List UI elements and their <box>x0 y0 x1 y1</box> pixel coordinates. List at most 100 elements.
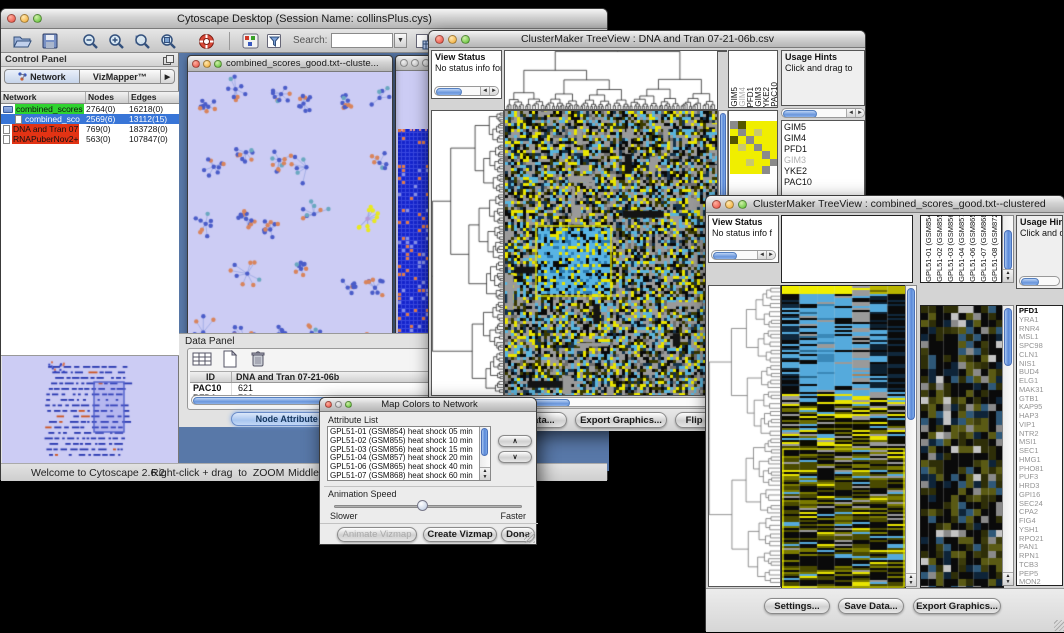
zoom-heatmap-cell[interactable] <box>746 151 754 159</box>
zoom-heatmap-cell[interactable] <box>738 136 746 144</box>
gene-list-item[interactable]: GIM5 <box>784 122 862 133</box>
zoom-heatmap-cell[interactable] <box>770 136 778 144</box>
scroll-thumb[interactable] <box>481 428 488 456</box>
attribute-item[interactable]: GPL51-02 (GSM855) heat shock 10 min <box>330 437 478 446</box>
tv2-labels-vscrollbar[interactable]: ▲▼ <box>1002 215 1014 283</box>
network-view[interactable] <box>188 72 392 372</box>
attribute-item[interactable]: GPL51-07 (GSM868) heat shock 60 min <box>330 472 478 481</box>
gene-list-item[interactable]: NIS1 <box>1019 360 1060 369</box>
gene-list-item[interactable]: YSH1 <box>1019 526 1060 535</box>
tv1-hints-hscrollbar[interactable]: ◄ ► <box>781 108 865 118</box>
network-view-titlebar[interactable]: combined_scores_good.txt--cluste... <box>188 56 392 72</box>
zoom-out-icon[interactable] <box>79 31 101 51</box>
scroll-thumb[interactable] <box>1004 308 1012 366</box>
zoom-heatmap-cell[interactable] <box>746 144 754 152</box>
gene-list-item[interactable]: FIG4 <box>1019 517 1060 526</box>
gene-list-item[interactable]: CPA2 <box>1019 508 1060 517</box>
settings-button[interactable]: Settings... <box>764 598 830 614</box>
zoom-heatmap-cell[interactable] <box>730 129 738 137</box>
zoom-heatmap-cell[interactable] <box>730 144 738 152</box>
scroll-arrows[interactable]: ▲▼ <box>906 573 916 586</box>
search-input[interactable] <box>331 33 393 48</box>
network-overview-thumbnail[interactable] <box>2 356 178 470</box>
animation-speed-slider-track[interactable] <box>334 505 522 508</box>
gene-list-item[interactable]: ELG1 <box>1019 377 1060 386</box>
zoom-heatmap-cell[interactable] <box>738 166 746 174</box>
zoom-heatmap-cell[interactable] <box>754 151 762 159</box>
gene-list-item[interactable]: GIM4 <box>784 133 862 144</box>
col-edges[interactable]: Edges <box>129 92 179 103</box>
save-data-button[interactable]: Save Data... <box>838 598 904 614</box>
close-button[interactable] <box>435 35 444 44</box>
zoom-button[interactable] <box>345 401 352 408</box>
zoom-heatmap-cell[interactable] <box>762 166 770 174</box>
gene-list-item[interactable]: HAP3 <box>1019 412 1060 421</box>
zoom-heatmap-cell[interactable] <box>754 159 762 167</box>
zoom-heatmap-cell[interactable] <box>754 144 762 152</box>
zoom-heatmap-cell[interactable] <box>730 159 738 167</box>
scroll-arrows[interactable]: ▲▼ <box>1003 572 1013 585</box>
gene-list-item[interactable]: PHO81 <box>1019 465 1060 474</box>
network-overview-panel[interactable] <box>2 356 178 470</box>
zoom-heatmap-cell[interactable] <box>762 151 770 159</box>
close-button[interactable] <box>192 60 200 68</box>
tv1-zoom-heatmap[interactable] <box>730 121 778 174</box>
tv2-heatmap[interactable] <box>781 285 906 589</box>
tv2-row-dendrogram[interactable] <box>708 285 781 587</box>
view-status-hscrollbar[interactable]: ◄ ► <box>434 86 499 96</box>
gene-list-item[interactable]: VIP1 <box>1019 421 1060 430</box>
export-graphics-button[interactable]: Export Graphics... <box>913 598 1001 614</box>
move-up-button[interactable]: ∧ <box>498 435 532 447</box>
gene-list-item[interactable]: SPC98 <box>1019 342 1060 351</box>
main-titlebar[interactable]: Cytoscape Desktop (Session Name: collins… <box>1 9 607 29</box>
zoom-heatmap-cell[interactable] <box>770 121 778 129</box>
minimize-button[interactable] <box>20 14 29 23</box>
gene-list-item[interactable]: HRD3 <box>1019 482 1060 491</box>
scroll-thumb[interactable] <box>783 110 817 118</box>
gene-list-item[interactable]: RPO21 <box>1019 535 1060 544</box>
gene-list-item[interactable]: GPI16 <box>1019 491 1060 500</box>
zoom-button[interactable] <box>33 14 42 23</box>
move-down-button[interactable]: ∨ <box>498 451 532 463</box>
close-button[interactable] <box>712 200 721 209</box>
resize-grip[interactable] <box>1054 620 1064 631</box>
network-tree-row[interactable]: combined_scores2764(0)16218(0) <box>1 104 179 114</box>
zoom-heatmap-cell[interactable] <box>762 144 770 152</box>
animate-vizmap-button[interactable]: Animate Vizmap <box>337 527 417 542</box>
gene-list-item[interactable]: BUD4 <box>1019 368 1060 377</box>
tv2-titlebar[interactable]: ClusterMaker TreeView : combined_scores_… <box>706 196 1064 213</box>
col-nodes[interactable]: Nodes <box>86 92 129 103</box>
zoom-heatmap-cell[interactable] <box>762 136 770 144</box>
tv2-column-tree-area[interactable] <box>781 215 913 283</box>
tv1-titlebar[interactable]: ClusterMaker TreeView : DNA and Tran 07-… <box>429 31 865 48</box>
network-table-header[interactable]: Network Nodes Edges <box>1 91 179 104</box>
zoom-heatmap-cell[interactable] <box>762 159 770 167</box>
zoom-button[interactable] <box>738 200 747 209</box>
col-attribute[interactable]: DNA and Tran 07-21-06b <box>232 372 339 382</box>
tv2-zoom-heatmap[interactable] <box>920 305 1004 588</box>
zoom-heatmap-cell[interactable] <box>746 129 754 137</box>
scroll-thumb[interactable] <box>907 288 915 420</box>
zoom-heatmap-cell[interactable] <box>746 159 754 167</box>
attribute-item[interactable]: GPL51-01 (GSM854) heat shock 05 min <box>330 428 478 437</box>
gene-list-item[interactable]: CLN1 <box>1019 351 1060 360</box>
gene-list-item[interactable]: GTB1 <box>1019 395 1060 404</box>
scroll-left-arrow[interactable]: ◄ <box>757 251 766 259</box>
filter-icon[interactable] <box>263 31 285 51</box>
delete-attribute-icon[interactable] <box>250 350 266 368</box>
help-icon[interactable] <box>195 31 217 51</box>
resize-grip[interactable] <box>524 532 535 543</box>
zoom-heatmap-cell[interactable] <box>746 136 754 144</box>
zoom-button[interactable] <box>214 60 222 68</box>
attribute-list-vscrollbar[interactable]: ▲▼ <box>479 427 490 480</box>
scroll-right-arrow[interactable]: ► <box>766 251 775 259</box>
hints-hscrollbar[interactable] <box>1019 276 1060 286</box>
gene-list-item[interactable]: PFD1 <box>1019 307 1060 316</box>
gene-list-item[interactable]: YRA1 <box>1019 316 1060 325</box>
zoom-heatmap-cell[interactable] <box>738 129 746 137</box>
scroll-thumb[interactable] <box>713 252 737 260</box>
zoom-heatmap-cell[interactable] <box>754 121 762 129</box>
attribute-item[interactable]: GPL51-04 (GSM857) heat shock 20 min <box>330 454 478 463</box>
scroll-left-arrow[interactable]: ◄ <box>480 87 489 95</box>
zoom-heatmap-cell[interactable] <box>770 159 778 167</box>
